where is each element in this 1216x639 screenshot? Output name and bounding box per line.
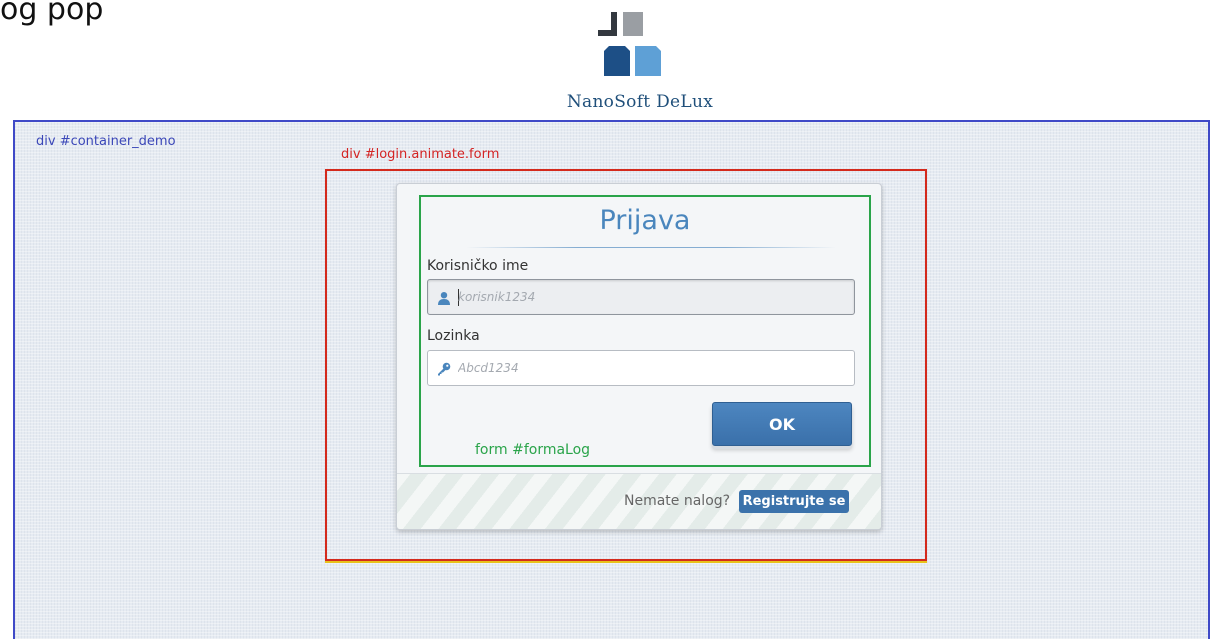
username-field[interactable] — [427, 279, 855, 315]
login-form: Prijava Korisničko ime Lozinka — [419, 195, 871, 467]
no-account-text: Nemate nalog? — [624, 493, 731, 509]
ok-button[interactable]: OK — [712, 402, 852, 446]
username-input[interactable] — [458, 280, 848, 314]
register-button[interactable]: Registrujte se — [739, 490, 849, 513]
password-input[interactable] — [458, 351, 848, 385]
container-demo: div #container_demo div #login.animate.f… — [13, 120, 1210, 639]
key-icon — [438, 362, 451, 376]
cropped-top-text: og pop — [0, 0, 104, 27]
nanosoft-logo-icon — [598, 12, 661, 76]
login-box-label: div #login.animate.form — [341, 147, 500, 162]
title-divider — [466, 247, 836, 248]
login-card: Prijava Korisničko ime Lozinka — [396, 183, 882, 530]
logo: NanoSoft DeLux — [540, 4, 740, 116]
form-title: Prijava — [599, 205, 691, 236]
login-box: Prijava Korisničko ime Lozinka — [325, 169, 927, 561]
logo-text: NanoSoft DeLux — [566, 92, 714, 112]
user-icon — [438, 292, 450, 305]
form-label: form #formaLog — [475, 442, 591, 458]
password-field[interactable] — [427, 350, 855, 386]
card-footer: Nemate nalog? Registrujte se — [397, 473, 881, 529]
username-label: Korisničko ime — [427, 258, 529, 274]
password-label: Lozinka — [427, 328, 480, 344]
container-demo-label: div #container_demo — [36, 134, 176, 149]
